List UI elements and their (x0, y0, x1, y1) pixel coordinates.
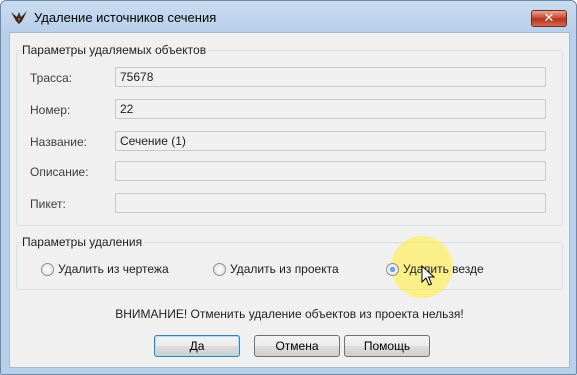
close-icon: ✕ (543, 11, 555, 26)
number-label: Номер: (30, 103, 71, 117)
route-label: Трасса: (30, 71, 73, 85)
radio-circle (213, 263, 226, 276)
radio-label: Удалить из проекта (230, 262, 339, 276)
ok-button[interactable]: Да (154, 335, 240, 357)
radio-label: Удалить везде (403, 262, 484, 276)
radio-label: Удалить из чертежа (58, 262, 169, 276)
radio-selected-dot (390, 267, 395, 272)
picket-label: Пикет: (30, 197, 66, 211)
name-label: Название: (30, 135, 87, 149)
name-field[interactable] (115, 131, 546, 151)
app-bird-icon (11, 11, 27, 24)
picket-field[interactable] (115, 193, 546, 213)
warning-text: ВНИМАНИЕ! Отменить удаление объектов из … (115, 307, 464, 321)
route-field[interactable] (115, 67, 546, 87)
radio-circle (41, 263, 54, 276)
window-title: Удаление источников сечения (34, 10, 217, 25)
object-params-legend: Параметры удаляемых объектов (20, 43, 209, 57)
title-bar[interactable]: Удаление источников сечения ✕ (1, 1, 576, 32)
mouse-pointer-icon (421, 265, 435, 286)
number-field[interactable] (115, 99, 546, 119)
help-button[interactable]: Помощь (344, 335, 430, 357)
dialog-client-area: Параметры удаляемых объектов Трасса: Ном… (9, 32, 570, 368)
description-label: Описание: (30, 165, 89, 179)
radio-circle (386, 263, 399, 276)
description-field[interactable] (115, 161, 546, 181)
dialog-window: Удаление источников сечения ✕ Параметры … (0, 0, 577, 375)
delete-params-legend: Параметры удаления (20, 235, 145, 249)
cancel-button[interactable]: Отмена (254, 335, 340, 357)
close-button[interactable]: ✕ (531, 10, 567, 27)
